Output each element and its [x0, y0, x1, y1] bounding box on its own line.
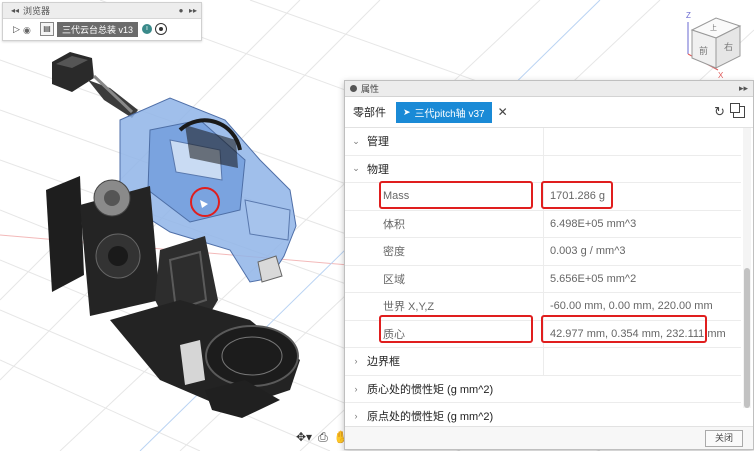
look-at-icon[interactable]: ⎙	[318, 430, 328, 445]
root-component-name[interactable]: 三代云台总装 v13	[57, 21, 139, 37]
mass-name-highlight	[379, 181, 533, 209]
activate-icon[interactable]: ı	[142, 24, 153, 34]
expand-panel-icon[interactable]: ▸▸	[739, 83, 748, 94]
expand-icon[interactable]: ▸▸	[189, 6, 197, 15]
refresh-icon[interactable]: ↻	[714, 104, 725, 120]
browser-title: 浏览器	[23, 6, 51, 16]
chevron-right-icon[interactable]: ›	[345, 356, 367, 366]
com-value-highlight	[541, 315, 707, 343]
face-top-label: 上	[710, 23, 717, 32]
browser-root-row[interactable]: ▷ ◉ ▤ 三代云台总装 v13 ı	[3, 19, 201, 39]
properties-header: 属性 ▸▸	[345, 81, 753, 97]
panel-dot-icon	[350, 85, 357, 92]
pin-icon[interactable]: ●	[177, 6, 185, 15]
visibility-eye-icon[interactable]: ◉	[23, 25, 37, 35]
section-inertia-center[interactable]: › 质心处的惯性矩 (g mm^2)	[345, 376, 741, 403]
property-row-volume: 体积 6.498E+05 mm^3	[345, 210, 741, 238]
selected-component-chip[interactable]: ➤ 三代pitch轴 v37	[396, 101, 492, 123]
section-physical[interactable]: ⌄ 物理	[345, 155, 741, 183]
chevron-down-icon[interactable]: ⌄	[345, 136, 367, 147]
properties-footer: 关闭	[345, 426, 753, 449]
chevron-down-icon[interactable]: ⌄	[345, 163, 367, 174]
scrollbar-thumb[interactable]	[744, 268, 750, 408]
properties-toolbar: 零部件 ➤ 三代pitch轴 v37 ✕ ↻	[345, 97, 753, 128]
chevron-right-icon[interactable]: ›	[345, 384, 367, 394]
mass-value-highlight	[541, 181, 613, 209]
face-right-label: 右	[724, 41, 733, 53]
navigation-toolbar: ✥▾ ⎙ ✋	[296, 430, 349, 445]
browser-header: ◂◂ 浏览器 ● ▸▸	[3, 3, 201, 19]
selected-component-name: 三代pitch轴 v37	[414, 108, 485, 120]
orbit-icon[interactable]: ✥▾	[296, 430, 312, 445]
properties-scrollbar[interactable]	[743, 128, 751, 408]
properties-title: 属性	[361, 84, 380, 94]
properties-list: ⌄ 管理 ⌄ 物理 Mass 1701.286 g 体积 6.498E+05 m…	[345, 128, 741, 431]
copy-icon[interactable]	[730, 103, 745, 118]
section-bounding-box[interactable]: › 边界框	[345, 348, 741, 376]
axis-x-label: X	[718, 71, 724, 80]
face-front-label: 前	[699, 45, 708, 57]
collapse-panel-icon[interactable]: ◂◂	[11, 6, 19, 15]
browser-panel: ◂◂ 浏览器 ● ▸▸ ▷ ◉ ▤ 三代云台总装 v13 ı	[2, 2, 202, 41]
axis-z-label: Z	[686, 11, 691, 20]
cursor-icon: ➤	[403, 106, 411, 117]
component-tab-label[interactable]: 零部件	[353, 104, 386, 120]
expand-triangle-icon[interactable]: ▷	[13, 24, 23, 35]
close-button[interactable]: 关闭	[705, 430, 743, 447]
properties-panel: 属性 ▸▸ 零部件 ➤ 三代pitch轴 v37 ✕ ↻ ⌄ 管理 ⌄ 物理 M…	[344, 80, 754, 450]
property-row-area: 区域 5.656E+05 mm^2	[345, 265, 741, 293]
property-row-density: 密度 0.003 g / mm^3	[345, 238, 741, 266]
radio-target-icon[interactable]	[155, 23, 168, 35]
top-motor	[52, 52, 138, 118]
view-cube[interactable]: Z X 上 前 右	[680, 10, 750, 80]
clear-selection-icon[interactable]: ✕	[498, 105, 508, 119]
section-management[interactable]: ⌄ 管理	[345, 128, 741, 156]
component-icon: ▤	[40, 22, 54, 36]
com-name-highlight	[379, 315, 533, 343]
chevron-right-icon[interactable]: ›	[345, 411, 367, 421]
